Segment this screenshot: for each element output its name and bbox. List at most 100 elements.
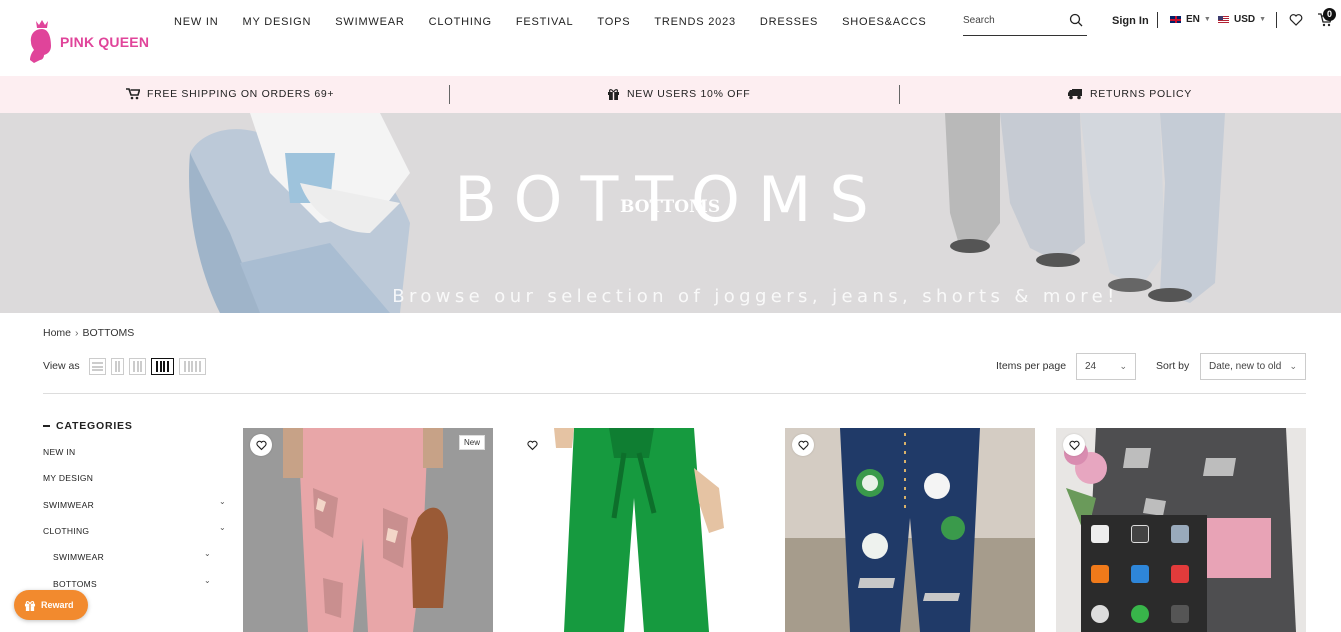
product-image[interactable] xyxy=(514,428,764,632)
chevron-down-icon: ⌄ xyxy=(1119,361,1127,371)
sidebar-subitem-swimwear[interactable]: SWIMWEAR xyxy=(53,552,104,562)
view-grid-3-icon[interactable] xyxy=(129,358,146,375)
gift-icon xyxy=(24,600,36,611)
promo-new-users[interactable]: NEW USERS 10% OFF xyxy=(607,88,750,100)
reward-label: Reward xyxy=(41,600,74,610)
sidebar-subitem-bottoms[interactable]: BOTTOMS xyxy=(53,579,97,589)
sidebar-item-swimwear[interactable]: SWIMWEAR xyxy=(43,500,94,510)
screen-capture-icon[interactable] xyxy=(1131,525,1149,543)
view-list-icon[interactable] xyxy=(89,358,106,375)
product-image[interactable] xyxy=(785,428,1035,632)
nav-item-festival[interactable]: FESTIVAL xyxy=(516,16,574,28)
system-tray-popup xyxy=(1081,515,1207,632)
brand-name: PINK QUEEN xyxy=(60,34,150,50)
view-grid-5-icon[interactable] xyxy=(179,358,206,375)
cart-count-badge: 0 xyxy=(1323,8,1336,21)
brand-logo[interactable]: PINK QUEEN xyxy=(22,17,149,67)
promo-free-shipping[interactable]: FREE SHIPPING ON ORDERS 69+ xyxy=(126,88,334,100)
categories-heading-label: CATEGORIES xyxy=(56,420,133,432)
chevron-right-icon: › xyxy=(75,327,79,339)
items-per-page-value: 24 xyxy=(1085,361,1097,372)
reward-button[interactable]: Reward xyxy=(14,590,88,620)
wishlist-heart-icon[interactable] xyxy=(1289,13,1303,27)
nav-item-new-in[interactable]: NEW IN xyxy=(174,16,219,28)
chevron-down-icon[interactable]: ⌄ xyxy=(219,523,226,532)
uk-flag-icon xyxy=(1170,16,1181,23)
header-divider xyxy=(1276,12,1277,28)
feather-pen-icon[interactable] xyxy=(1171,605,1189,623)
nav-item-tops[interactable]: TOPS xyxy=(597,16,630,28)
add-to-wishlist-button[interactable] xyxy=(521,434,543,456)
view-grid-2-icon[interactable] xyxy=(111,358,124,375)
app-grey-icon[interactable] xyxy=(1091,605,1109,623)
sort-by-label: Sort by xyxy=(1156,360,1190,372)
shopping-cart-icon xyxy=(126,88,140,100)
nav-item-my-design[interactable]: MY DESIGN xyxy=(243,16,312,28)
promo-divider xyxy=(899,85,900,104)
breadcrumb-home[interactable]: Home xyxy=(43,327,71,339)
gift-icon xyxy=(608,89,619,100)
currency-selector[interactable]: USD ▼ xyxy=(1218,14,1266,25)
view-as-label: View as xyxy=(43,360,80,372)
sidebar-item-clothing[interactable]: CLOTHING xyxy=(43,526,89,536)
app-orange-icon[interactable] xyxy=(1091,565,1109,583)
items-per-page-select[interactable]: 24 ⌄ xyxy=(1076,353,1136,380)
nav-item-swimwear[interactable]: SWIMWEAR xyxy=(335,16,404,28)
app-blue-icon[interactable] xyxy=(1131,565,1149,583)
add-to-wishlist-button[interactable] xyxy=(792,434,814,456)
currency-value: USD xyxy=(1234,14,1256,25)
add-to-wishlist-button[interactable] xyxy=(250,434,272,456)
heart-icon xyxy=(797,440,809,450)
search-icon[interactable] xyxy=(1069,13,1083,27)
sort-by-value: Date, new to old xyxy=(1209,361,1282,372)
sort-by-select[interactable]: Date, new to old ⌄ xyxy=(1200,353,1306,380)
new-badge: New xyxy=(458,435,485,450)
promo-shipping-text: FREE SHIPPING ON ORDERS 69+ xyxy=(147,88,335,100)
chevron-down-icon: ▼ xyxy=(1203,16,1211,23)
chevron-down-icon: ⌄ xyxy=(1289,361,1297,371)
categories-heading[interactable]: CATEGORIES xyxy=(43,420,133,432)
promo-new-users-text: NEW USERS 10% OFF xyxy=(627,88,751,100)
collapse-dash-icon xyxy=(43,425,50,427)
product-card[interactable]: New xyxy=(243,428,493,632)
language-value: EN xyxy=(1186,14,1200,25)
banner-title-overlay: BOTTOMS xyxy=(620,197,721,217)
chevron-down-icon[interactable]: ⌄ xyxy=(204,549,211,558)
language-selector[interactable]: EN ▼ xyxy=(1170,14,1211,25)
product-image[interactable] xyxy=(243,428,493,632)
heart-icon xyxy=(255,440,267,450)
chevron-down-icon: ▼ xyxy=(1259,16,1267,23)
toolbar-divider xyxy=(43,393,1306,394)
nav-item-trends-2023[interactable]: TRENDS 2023 xyxy=(654,16,736,28)
security-shield-icon[interactable] xyxy=(1091,525,1109,543)
delivery-truck-icon xyxy=(1068,89,1082,100)
chevron-down-icon[interactable]: ⌄ xyxy=(204,576,211,585)
heart-icon xyxy=(526,440,538,450)
breadcrumb: Home › BOTTOMS xyxy=(43,327,134,339)
view-grid-4-icon[interactable] xyxy=(151,358,174,375)
promo-divider xyxy=(449,85,450,104)
nav-item-dresses[interactable]: DRESSES xyxy=(760,16,818,28)
main-nav: NEW IN MY DESIGN SWIMWEAR CLOTHING FESTI… xyxy=(174,16,951,28)
add-to-wishlist-button[interactable] xyxy=(1063,434,1085,456)
header-divider xyxy=(1157,12,1158,28)
promo-returns[interactable]: RETURNS POLICY xyxy=(1068,88,1192,100)
app-red-icon[interactable] xyxy=(1171,565,1189,583)
chevron-down-icon[interactable]: ⌄ xyxy=(219,497,226,506)
nav-item-shoes-accs[interactable]: SHOES&ACCS xyxy=(842,16,926,28)
product-card[interactable] xyxy=(785,428,1035,632)
nav-item-clothing[interactable]: CLOTHING xyxy=(429,16,492,28)
view-mode-switcher xyxy=(89,358,211,375)
site-header: PINK QUEEN NEW IN MY DESIGN SWIMWEAR CLO… xyxy=(0,0,1341,76)
promo-returns-text: RETURNS POLICY xyxy=(1090,88,1192,100)
search-input[interactable]: Search xyxy=(963,10,1087,36)
check-circle-icon[interactable] xyxy=(1131,605,1149,623)
product-card[interactable] xyxy=(514,428,764,632)
heart-icon xyxy=(1068,440,1080,450)
sidebar-item-new-in[interactable]: NEW IN xyxy=(43,447,76,457)
search-placeholder: Search xyxy=(963,15,995,26)
banner-subtitle: Browse our selection of joggers, jeans, … xyxy=(392,286,1119,307)
network-check-icon[interactable] xyxy=(1171,525,1189,543)
sidebar-item-my-design[interactable]: MY DESIGN xyxy=(43,473,93,483)
sign-in-link[interactable]: Sign In xyxy=(1112,15,1149,27)
